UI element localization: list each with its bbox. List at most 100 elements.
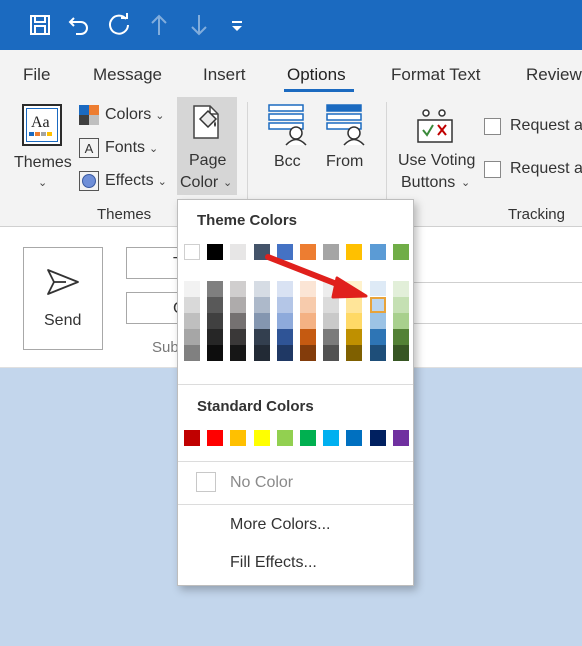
theme-color-swatch[interactable] xyxy=(184,281,200,297)
theme-color-swatch[interactable] xyxy=(369,345,386,361)
theme-color-swatch[interactable] xyxy=(346,244,363,260)
use-voting-buttons[interactable]: Use Voting Buttons ⌄ xyxy=(395,102,477,194)
theme-color-swatch[interactable] xyxy=(300,281,316,297)
theme-color-swatch[interactable] xyxy=(346,345,363,361)
theme-color-swatch[interactable] xyxy=(276,281,293,297)
no-color-item[interactable]: No Color xyxy=(178,466,413,498)
theme-color-swatch[interactable] xyxy=(207,345,224,361)
theme-color-swatch[interactable] xyxy=(392,281,409,297)
theme-color-swatch[interactable] xyxy=(253,244,270,260)
theme-color-swatch[interactable] xyxy=(230,345,247,361)
standard-color-swatch[interactable] xyxy=(207,430,224,446)
theme-color-swatch[interactable] xyxy=(323,281,340,297)
theme-color-swatch[interactable] xyxy=(184,297,200,313)
fonts-button[interactable]: A Fonts ⌄ xyxy=(79,138,158,158)
request-read-receipt-checkbox[interactable]: Request a xyxy=(484,117,582,135)
theme-color-swatch[interactable] xyxy=(369,313,386,329)
undo-icon[interactable] xyxy=(64,10,94,40)
theme-color-swatch[interactable] xyxy=(346,297,363,313)
colors-icon xyxy=(79,105,99,125)
fill-effects-item[interactable]: Fill Effects... xyxy=(178,546,413,580)
checkbox[interactable] xyxy=(484,117,501,135)
standard-color-swatch[interactable] xyxy=(230,430,247,446)
theme-color-swatch[interactable] xyxy=(230,313,247,329)
standard-color-swatch[interactable] xyxy=(346,430,363,446)
theme-color-swatch[interactable] xyxy=(253,281,270,297)
bcc-button[interactable]: Bcc xyxy=(262,102,312,172)
theme-color-swatch[interactable] xyxy=(346,329,363,345)
theme-color-swatch[interactable] xyxy=(207,281,224,297)
theme-color-swatch[interactable] xyxy=(276,297,293,313)
standard-color-swatch[interactable] xyxy=(369,430,386,446)
standard-color-swatch[interactable] xyxy=(300,430,316,446)
theme-color-swatch[interactable] xyxy=(300,345,316,361)
theme-color-swatch[interactable] xyxy=(276,244,293,260)
theme-color-swatch[interactable] xyxy=(323,345,340,361)
theme-color-swatch[interactable] xyxy=(323,244,340,260)
checkbox[interactable] xyxy=(484,160,501,178)
theme-color-swatch[interactable] xyxy=(207,244,224,260)
theme-color-swatch[interactable] xyxy=(323,313,340,329)
theme-color-swatch[interactable] xyxy=(276,313,293,329)
send-button[interactable]: Send xyxy=(23,247,103,350)
theme-color-swatch[interactable] xyxy=(184,329,200,345)
theme-color-swatch[interactable] xyxy=(346,313,363,329)
theme-color-swatch[interactable] xyxy=(346,281,363,297)
theme-color-swatch[interactable] xyxy=(253,297,270,313)
tab-file[interactable]: File xyxy=(23,65,50,85)
theme-color-swatch[interactable] xyxy=(368,296,387,314)
theme-color-swatch[interactable] xyxy=(323,329,340,345)
page-color-button[interactable]: Page Color ⌄ xyxy=(177,97,237,195)
theme-color-swatch[interactable] xyxy=(369,281,386,297)
theme-color-swatch[interactable] xyxy=(230,329,247,345)
theme-color-swatch[interactable] xyxy=(392,345,409,361)
standard-color-swatch[interactable] xyxy=(323,430,340,446)
tab-message[interactable]: Message xyxy=(93,65,162,85)
theme-color-swatch[interactable] xyxy=(323,297,340,313)
standard-color-swatch[interactable] xyxy=(276,430,293,446)
theme-color-swatch[interactable] xyxy=(300,244,316,260)
theme-color-swatch[interactable] xyxy=(392,297,409,313)
theme-color-swatch[interactable] xyxy=(230,297,247,313)
theme-color-swatch[interactable] xyxy=(392,244,409,260)
chevron-down-icon: ⌄ xyxy=(461,177,471,189)
theme-color-swatch[interactable] xyxy=(184,244,200,260)
request-delivery-receipt-checkbox[interactable]: Request a xyxy=(484,160,582,178)
effects-button[interactable]: Effects ⌄ xyxy=(79,171,167,191)
theme-color-swatch[interactable] xyxy=(207,329,224,345)
tab-insert[interactable]: Insert xyxy=(203,65,246,85)
tab-review[interactable]: Review xyxy=(526,65,582,85)
standard-colors-header: Standard Colors xyxy=(197,398,314,415)
theme-color-swatch[interactable] xyxy=(300,329,316,345)
theme-color-swatch[interactable] xyxy=(253,345,270,361)
more-colors-item[interactable]: More Colors... xyxy=(178,508,413,542)
from-button[interactable]: From xyxy=(320,102,375,172)
theme-color-swatch[interactable] xyxy=(392,329,409,345)
theme-color-swatch[interactable] xyxy=(300,297,316,313)
theme-color-swatch[interactable] xyxy=(392,313,409,329)
theme-color-swatch[interactable] xyxy=(207,313,224,329)
theme-color-swatch[interactable] xyxy=(230,281,247,297)
theme-color-swatch[interactable] xyxy=(184,345,200,361)
theme-color-swatch[interactable] xyxy=(276,345,293,361)
theme-color-swatch[interactable] xyxy=(276,329,293,345)
theme-color-swatch[interactable] xyxy=(184,313,200,329)
themes-button[interactable]: Aa Themes ⌄ xyxy=(10,100,74,196)
theme-color-swatch[interactable] xyxy=(369,244,386,260)
standard-color-swatch[interactable] xyxy=(253,430,270,446)
from-label: From xyxy=(326,153,364,170)
customize-qat-icon[interactable] xyxy=(222,10,252,40)
standard-color-swatch[interactable] xyxy=(392,430,409,446)
theme-color-swatch[interactable] xyxy=(253,313,270,329)
standard-color-swatch[interactable] xyxy=(184,430,200,446)
colors-button[interactable]: Colors ⌄ xyxy=(79,105,164,125)
theme-color-swatch[interactable] xyxy=(230,244,247,260)
theme-color-swatch[interactable] xyxy=(253,329,270,345)
theme-color-swatch[interactable] xyxy=(300,313,316,329)
tab-options[interactable]: Options xyxy=(287,65,346,85)
theme-color-swatch[interactable] xyxy=(207,297,224,313)
save-icon[interactable] xyxy=(25,10,55,40)
tab-format-text[interactable]: Format Text xyxy=(391,65,480,85)
redo-icon[interactable] xyxy=(104,10,134,40)
theme-color-swatch[interactable] xyxy=(369,329,386,345)
